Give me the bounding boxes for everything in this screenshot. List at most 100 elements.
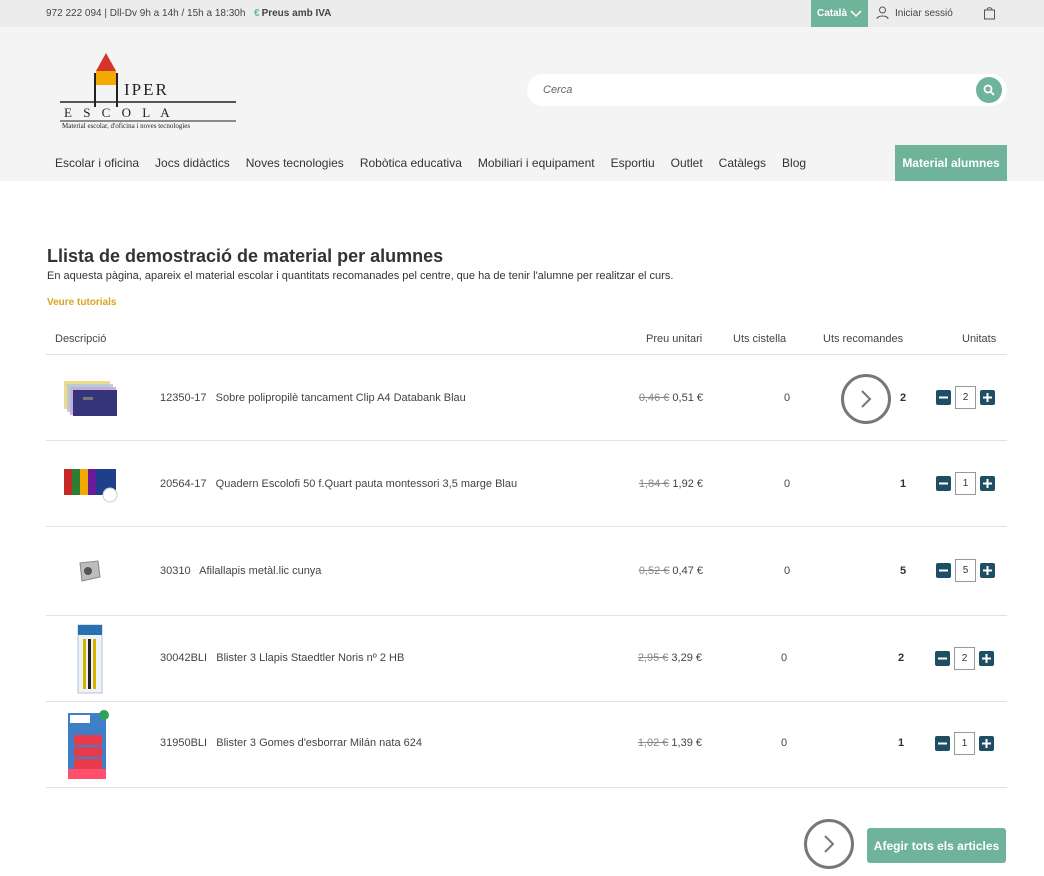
nav-item-blog[interactable]: Blog bbox=[774, 156, 814, 170]
product-description[interactable]: 12350-17 Sobre polipropilè tancament Cli… bbox=[160, 392, 466, 404]
main-nav: Escolar i oficina Jocs didàctics Noves t… bbox=[47, 145, 814, 181]
vat-notice: € Preus amb IVA bbox=[254, 8, 331, 19]
product-thumbnail[interactable] bbox=[58, 553, 122, 591]
chevron-right-icon[interactable] bbox=[841, 374, 891, 424]
product-thumbnail[interactable] bbox=[58, 623, 122, 695]
table-row: 30310 Afilallapis metàl.lic cunya 0,52 €… bbox=[46, 527, 1007, 616]
plus-icon bbox=[982, 739, 991, 748]
search-button[interactable] bbox=[976, 77, 1002, 103]
minus-icon bbox=[938, 742, 947, 745]
table-row: 30042BLI Blister 3 Llapis Staedtler Nori… bbox=[46, 616, 1007, 702]
search-bar bbox=[527, 74, 1007, 106]
quantity-stepper: 2 bbox=[936, 386, 995, 409]
chevron-right-icon[interactable] bbox=[804, 819, 854, 869]
euro-icon: € bbox=[254, 8, 260, 19]
language-selector[interactable]: Català bbox=[811, 0, 868, 27]
quantity-stepper: 2 bbox=[935, 647, 994, 670]
col-recommended-units: Uts recomandes bbox=[823, 333, 904, 345]
table-row: 31950BLI Blister 3 Gomes d'esborrar Milá… bbox=[46, 702, 1007, 788]
unit-price: 2,95 €3,29 € bbox=[637, 652, 702, 664]
quantity-input[interactable]: 5 bbox=[955, 559, 976, 582]
product-description[interactable]: 31950BLI Blister 3 Gomes d'esborrar Milá… bbox=[160, 737, 422, 749]
decrement-button[interactable] bbox=[936, 476, 951, 491]
nav-item-esportiu[interactable]: Esportiu bbox=[603, 156, 663, 170]
user-icon bbox=[876, 6, 889, 20]
unit-price: 0,52 €0,47 € bbox=[638, 565, 703, 577]
unit-price: 0,46 €0,51 € bbox=[638, 392, 703, 404]
increment-button[interactable] bbox=[980, 476, 995, 491]
quantity-stepper: 5 bbox=[936, 559, 995, 582]
login-link[interactable]: Iniciar sessió bbox=[876, 6, 953, 20]
quantity-input[interactable]: 1 bbox=[955, 472, 976, 495]
search-icon bbox=[983, 84, 995, 96]
recommended-units: 2 bbox=[899, 392, 907, 404]
cart-units: 0 bbox=[783, 392, 791, 404]
page-subtitle: En aquesta pàgina, apareix el material e… bbox=[47, 270, 674, 282]
increment-button[interactable] bbox=[979, 736, 994, 751]
product-thumbnail[interactable] bbox=[58, 377, 122, 419]
nav-item-mobiliari[interactable]: Mobiliari i equipament bbox=[470, 156, 603, 170]
cart-units: 0 bbox=[780, 652, 788, 664]
svg-text:IPER: IPER bbox=[124, 80, 169, 99]
vat-label: Preus amb IVA bbox=[261, 8, 332, 19]
decrement-button[interactable] bbox=[936, 563, 951, 578]
minus-icon bbox=[939, 482, 948, 485]
add-all-items-button[interactable]: Afegir tots els articles bbox=[867, 828, 1006, 863]
minus-icon bbox=[938, 657, 947, 660]
svg-text:Material escolar, d'oficina i: Material escolar, d'oficina i noves tecn… bbox=[62, 122, 190, 130]
recommended-units: 1 bbox=[897, 737, 905, 749]
decrement-button[interactable] bbox=[935, 651, 950, 666]
recommended-units: 2 bbox=[897, 652, 905, 664]
tutorials-link[interactable]: Veure tutorials bbox=[47, 297, 116, 308]
nav-item-noves-tecnologies[interactable]: Noves tecnologies bbox=[238, 156, 352, 170]
plus-icon bbox=[983, 479, 992, 488]
table-header: Descripció Preu unitari Uts cistella Uts… bbox=[46, 323, 1007, 355]
materials-table: Descripció Preu unitari Uts cistella Uts… bbox=[46, 323, 1007, 788]
hiper-escola-logo[interactable]: IPER E S C O L A Material escolar, d'ofi… bbox=[58, 49, 240, 131]
product-description[interactable]: 20564-17 Quadern Escolofi 50 f.Quart pau… bbox=[160, 478, 517, 490]
nav-item-escolar-oficina[interactable]: Escolar i oficina bbox=[47, 156, 147, 170]
contact-info: 972 222 094 | Dll-Dv 9h a 14h / 15h a 18… bbox=[46, 8, 246, 19]
product-thumbnail[interactable] bbox=[58, 463, 122, 507]
shopping-bag-icon[interactable] bbox=[983, 6, 996, 20]
nav-item-catalegs[interactable]: Catàlegs bbox=[711, 156, 774, 170]
product-description[interactable]: 30310 Afilallapis metàl.lic cunya bbox=[160, 565, 321, 577]
nav-item-outlet[interactable]: Outlet bbox=[663, 156, 711, 170]
nav-item-jocs-didactics[interactable]: Jocs didàctics bbox=[147, 156, 238, 170]
chevron-down-icon bbox=[850, 9, 862, 17]
svg-text:E S C O L A: E S C O L A bbox=[64, 105, 174, 120]
nav-item-robotica-educativa[interactable]: Robòtica educativa bbox=[352, 156, 470, 170]
plus-icon bbox=[982, 654, 991, 663]
top-bar: 972 222 094 | Dll-Dv 9h a 14h / 15h a 18… bbox=[0, 0, 1044, 27]
minus-icon bbox=[939, 569, 948, 572]
minus-icon bbox=[939, 396, 948, 399]
quantity-input[interactable]: 1 bbox=[954, 732, 975, 755]
unit-price: 1,02 €1,39 € bbox=[637, 737, 702, 749]
quantity-stepper: 1 bbox=[936, 472, 995, 495]
quantity-input[interactable]: 2 bbox=[955, 386, 976, 409]
col-description: Descripció bbox=[55, 333, 107, 345]
material-alumnes-button[interactable]: Material alumnes bbox=[895, 145, 1007, 181]
increment-button[interactable] bbox=[980, 390, 995, 405]
decrement-button[interactable] bbox=[935, 736, 950, 751]
cart-units: 0 bbox=[780, 737, 788, 749]
product-thumbnail[interactable] bbox=[58, 709, 122, 781]
unit-price: 1,84 €1,92 € bbox=[638, 478, 703, 490]
table-row: 12350-17 Sobre polipropilè tancament Cli… bbox=[46, 355, 1007, 441]
decrement-button[interactable] bbox=[936, 390, 951, 405]
page-title: Llista de demostració de material per al… bbox=[47, 246, 444, 266]
quantity-stepper: 1 bbox=[935, 732, 994, 755]
login-label: Iniciar sessió bbox=[895, 7, 953, 19]
increment-button[interactable] bbox=[979, 651, 994, 666]
product-description[interactable]: 30042BLI Blister 3 Llapis Staedtler Nori… bbox=[160, 652, 404, 664]
search-input[interactable] bbox=[543, 74, 963, 106]
col-units: Unitats bbox=[962, 333, 997, 345]
recommended-units: 5 bbox=[899, 565, 907, 577]
increment-button[interactable] bbox=[980, 563, 995, 578]
cart-units: 0 bbox=[783, 478, 791, 490]
site-header: IPER E S C O L A Material escolar, d'ofi… bbox=[0, 27, 1044, 181]
quantity-input[interactable]: 2 bbox=[954, 647, 975, 670]
recommended-units: 1 bbox=[899, 478, 907, 490]
col-cart-units: Uts cistella bbox=[733, 333, 787, 345]
language-label: Català bbox=[816, 8, 847, 19]
